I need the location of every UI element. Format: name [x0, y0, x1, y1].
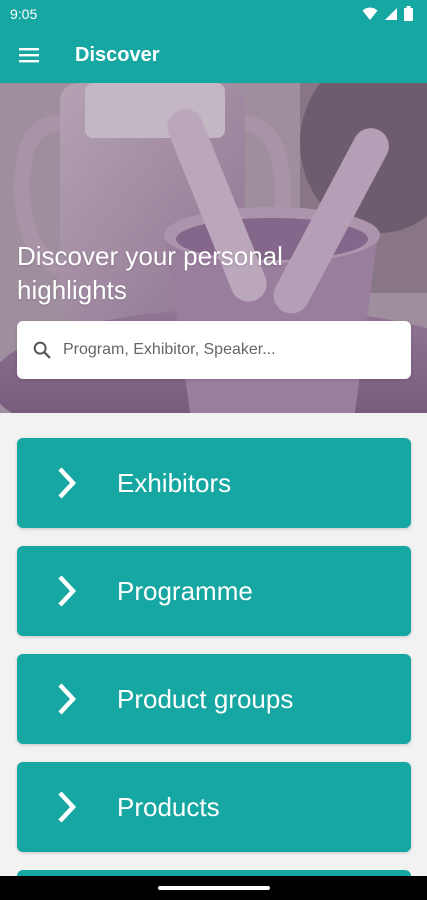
discover-menu: Exhibitors Programme Product groups Prod…	[17, 438, 411, 900]
search-input[interactable]	[63, 341, 383, 359]
status-time: 9:05	[10, 5, 38, 22]
search-bar[interactable]	[17, 321, 411, 379]
menu-item-label: Exhibitors	[117, 467, 232, 498]
discover-screen: 9:05 Discover Discover your personal hig…	[0, 0, 427, 900]
home-gesture-handle[interactable]	[157, 886, 270, 890]
status-icons	[362, 6, 413, 21]
search-icon	[33, 341, 51, 359]
menu-item-programme[interactable]: Programme	[17, 546, 411, 636]
status-bar: 9:05	[0, 0, 427, 27]
hamburger-menu-icon	[19, 48, 39, 63]
menu-item-exhibitors[interactable]: Exhibitors	[17, 438, 411, 528]
chevron-right-icon	[17, 790, 117, 824]
page-title: Discover	[75, 43, 160, 66]
app-bar: Discover	[0, 27, 427, 83]
menu-item-products[interactable]: Products	[17, 762, 411, 852]
system-navigation-bar	[0, 876, 427, 900]
hero-headline: Discover your personal highlights	[17, 241, 283, 305]
wifi-icon	[362, 7, 378, 20]
menu-item-product-groups[interactable]: Product groups	[17, 654, 411, 744]
hero-banner: Discover your personal highlights	[0, 83, 427, 413]
chevron-right-icon	[17, 682, 117, 716]
menu-item-label: Product groups	[117, 683, 294, 714]
menu-item-label: Products	[117, 791, 220, 822]
signal-icon	[385, 7, 397, 20]
hamburger-menu-button[interactable]	[0, 27, 58, 83]
battery-icon	[404, 6, 413, 21]
menu-item-label: Programme	[117, 575, 253, 606]
chevron-right-icon	[17, 466, 117, 500]
chevron-right-icon	[17, 574, 117, 608]
